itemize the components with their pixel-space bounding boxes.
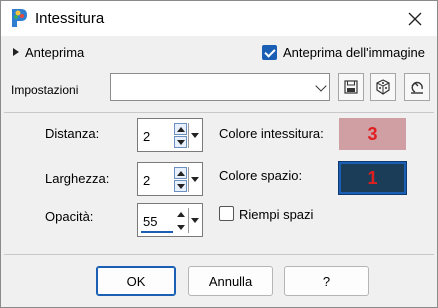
decrement-icon[interactable]	[174, 221, 187, 233]
space-color-swatch[interactable]: 1	[338, 161, 407, 195]
expand-triangle-icon[interactable]	[13, 48, 19, 56]
fill-spaces-checkbox[interactable]	[219, 206, 234, 221]
weave-dialog: Intessitura Anteprima Anteprima dell'imm…	[0, 0, 438, 308]
distance-label: Distanza:	[45, 126, 100, 141]
opacity-label: Opacità:	[45, 209, 94, 224]
space-color-marker: 1	[367, 167, 378, 188]
space-color-label: Colore spazio:	[219, 168, 303, 183]
title-bar: Intessitura	[1, 1, 437, 36]
width-spinner[interactable]: 2	[137, 162, 203, 196]
window-title: Intessitura	[35, 10, 105, 27]
close-button[interactable]	[393, 1, 437, 36]
settings-dropdown[interactable]	[110, 73, 330, 101]
dropdown-arrow-icon[interactable]	[188, 208, 200, 233]
opacity-spinner[interactable]: 55	[137, 203, 203, 237]
help-button[interactable]: ?	[284, 266, 369, 296]
preview-row: Anteprima Anteprima dell'immagine	[1, 36, 437, 72]
increment-icon[interactable]	[174, 208, 187, 220]
increment-icon[interactable]	[174, 123, 187, 135]
settings-label: Impostazioni	[11, 83, 79, 97]
ok-button[interactable]: OK	[96, 266, 176, 296]
cancel-button[interactable]: Annulla	[188, 266, 273, 296]
width-value: 2	[143, 173, 151, 188]
weave-color-swatch[interactable]: 3	[339, 118, 406, 150]
dice-icon	[376, 79, 390, 95]
save-settings-button[interactable]	[338, 73, 364, 101]
floppy-disk-icon	[344, 80, 358, 94]
randomize-button[interactable]	[370, 73, 396, 101]
settings-row: Impostazioni	[1, 72, 437, 108]
image-preview-checkbox[interactable]	[262, 45, 277, 60]
distance-value: 2	[143, 129, 151, 144]
reset-arrow-icon	[411, 81, 423, 94]
paintshop-app-icon	[12, 9, 27, 27]
dropdown-arrow-icon[interactable]	[188, 123, 200, 148]
preview-toggle[interactable]: Anteprima	[25, 45, 84, 60]
opacity-value: 55	[143, 214, 158, 229]
width-label: Larghezza:	[45, 171, 110, 186]
close-icon	[408, 12, 422, 25]
fill-spaces-label: Riempi spazi	[239, 207, 314, 222]
distance-spinner[interactable]: 2	[137, 118, 203, 152]
dropdown-arrow-icon[interactable]	[188, 167, 200, 192]
chevron-down-icon	[315, 80, 327, 92]
opacity-level-bar	[141, 231, 173, 233]
image-preview-label: Anteprima dell'immagine	[283, 45, 425, 60]
weave-color-label: Colore intessitura:	[219, 126, 324, 141]
decrement-icon[interactable]	[174, 136, 187, 148]
increment-icon[interactable]	[174, 167, 187, 179]
decrement-icon[interactable]	[174, 180, 187, 192]
reset-button[interactable]	[404, 73, 430, 101]
weave-color-marker: 3	[367, 123, 378, 144]
